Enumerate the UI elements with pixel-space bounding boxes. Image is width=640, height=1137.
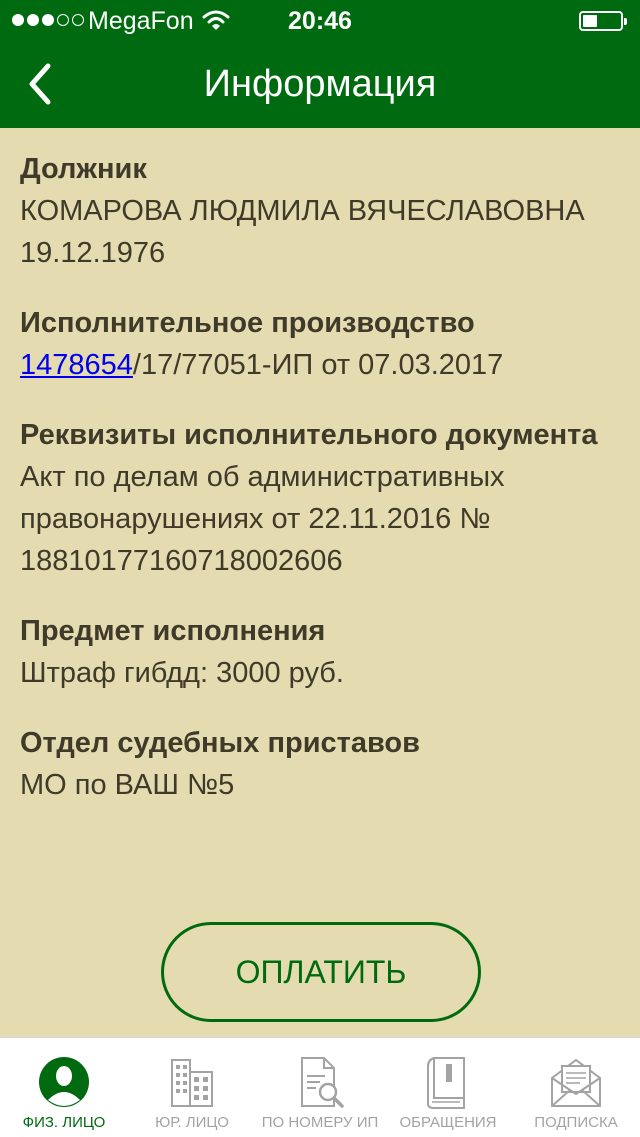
page-title: Информация <box>203 63 437 105</box>
document-details-section: Реквизиты исполнительного документа Акт … <box>20 414 620 582</box>
proceeding-value: 1478654/17/77051-ИП от 07.03.2017 <box>20 344 620 386</box>
subject-value: Штраф гибдд: 3000 руб. <box>20 657 344 689</box>
tab-subscription-label: ПОДПИСКА <box>534 1114 618 1131</box>
tab-by-proceeding-number[interactable]: ПО НОМЕРУ ИП <box>256 1038 384 1137</box>
subject-label: Предмет исполнения <box>20 615 326 647</box>
status-bar: MegaFon 20:46 <box>0 0 640 40</box>
bailiff-department-value: МО по ВАШ №5 <box>20 769 235 801</box>
tab-individual-label: ФИЗ. ЛИЦО <box>22 1114 106 1131</box>
tab-appeals-label: ОБРАЩЕНИЯ <box>399 1114 497 1131</box>
tab-subscription[interactable]: ПОДПИСКА <box>512 1038 640 1137</box>
proceeding-section: Исполнительное производство 1478654/17/7… <box>20 302 620 386</box>
binder-icon <box>427 1057 465 1109</box>
clock: 20:46 <box>288 7 352 35</box>
bailiff-department-section: Отдел судебных приставов МО по ВАШ №5 <box>20 722 620 806</box>
debtor-value: КОМАРОВА ЛЮДМИЛА ВЯЧЕСЛАВОВНА 19.12.1976 <box>20 195 585 269</box>
debtor-section: Должник КОМАРОВА ЛЮДМИЛА ВЯЧЕСЛАВОВНА 19… <box>20 148 620 274</box>
battery-icon <box>579 11 627 31</box>
proceeding-number-rest: /17/77051-ИП от 07.03.2017 <box>132 349 504 381</box>
tab-by-proceeding-number-label: ПО НОМЕРУ ИП <box>261 1114 379 1131</box>
envelope-icon <box>551 1058 601 1107</box>
document-details-label: Реквизиты исполнительного документа <box>20 419 598 451</box>
subject-section: Предмет исполнения Штраф гибдд: 3000 руб… <box>20 610 620 694</box>
building-icon <box>171 1059 213 1107</box>
info-content: Должник КОМАРОВА ЛЮДМИЛА ВЯЧЕСЛАВОВНА 19… <box>20 148 620 834</box>
person-icon <box>39 1057 89 1107</box>
tab-individual[interactable]: ФИЗ. ЛИЦО <box>0 1038 128 1137</box>
pay-button[interactable]: ОПЛАТИТЬ <box>161 922 481 1022</box>
debtor-label: Должник <box>20 153 147 185</box>
document-details-value: Акт по делам об административных правона… <box>20 461 505 577</box>
proceeding-label: Исполнительное производство <box>20 307 475 339</box>
bailiff-department-label: Отдел судебных приставов <box>20 727 420 759</box>
navigation-bar: MegaFon 20:46 Информация <box>0 0 640 128</box>
tab-legal-entity[interactable]: ЮР. ЛИЦО <box>128 1038 256 1137</box>
tab-appeals[interactable]: ОБРАЩЕНИЯ <box>384 1038 512 1137</box>
tab-bar: ФИЗ. ЛИЦО ЮР. ЛИЦО ПО НОМЕРУ ИП ОБРАЩЕНИ… <box>0 1037 640 1137</box>
tab-legal-entity-label: ЮР. ЛИЦО <box>155 1114 229 1131</box>
document-search-icon <box>301 1057 344 1108</box>
proceeding-number-link[interactable]: 1478654 <box>20 349 133 381</box>
